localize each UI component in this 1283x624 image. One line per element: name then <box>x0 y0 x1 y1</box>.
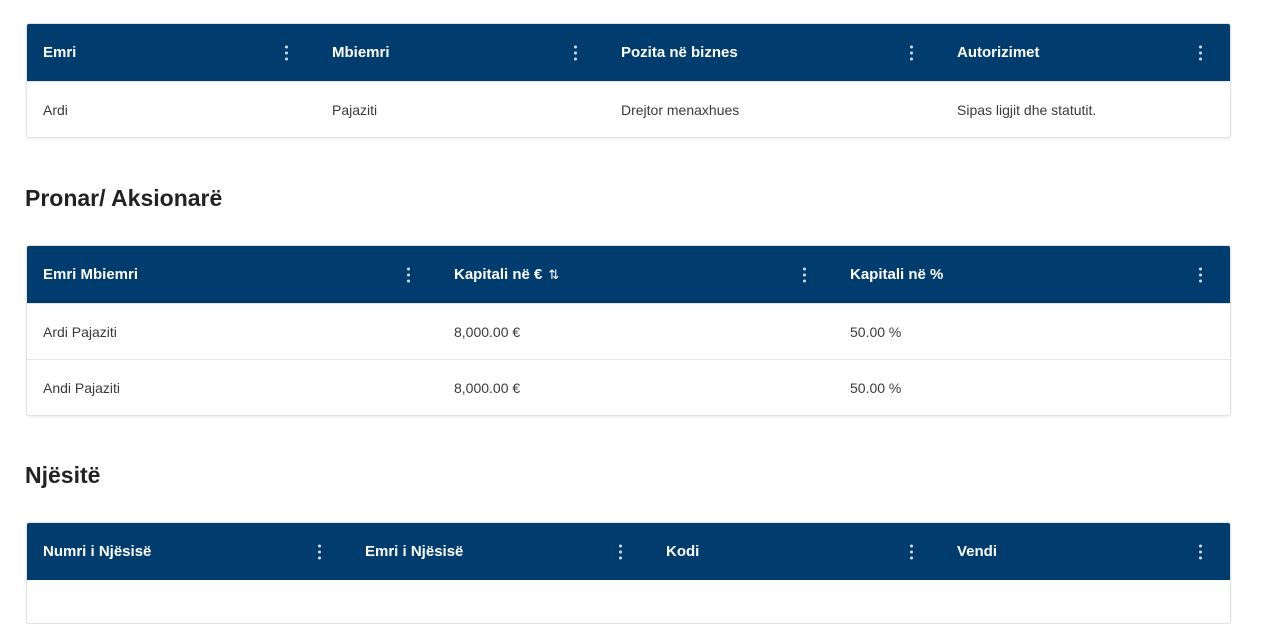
table-header: Emri Mbiemri Pozita në biznes Autorizime… <box>27 24 1230 81</box>
column-menu-icon[interactable] <box>284 45 288 60</box>
section-title-owners: Pronar/ Aksionarë <box>25 185 223 211</box>
column-header-pozita[interactable]: Pozita në biznes <box>605 24 941 81</box>
cell-kapitali-perqind: 50.00 % <box>850 323 902 340</box>
column-header-emri-njesise[interactable]: Emri i Njësisë <box>349 523 650 580</box>
cell-emri-mbiemri: Ardi Pajaziti <box>43 323 117 340</box>
owners-table: Emri Mbiemri Kapitali në € ⇅ Kapitali në… <box>26 245 1231 416</box>
table-header: Numri i Njësisë Emri i Njësisë Kodi Vend… <box>27 523 1230 580</box>
column-menu-icon[interactable] <box>618 544 622 559</box>
column-header-vendi[interactable]: Vendi <box>941 523 1230 580</box>
column-header-numri[interactable]: Numri i Njësisë <box>27 523 349 580</box>
column-menu-icon[interactable] <box>406 267 410 282</box>
column-menu-icon[interactable] <box>909 45 913 60</box>
cell-kapitali-perqind: 50.00 % <box>850 379 902 396</box>
column-header-emri[interactable]: Emri <box>27 24 316 81</box>
column-header-autorizimet[interactable]: Autorizimet <box>941 24 1230 81</box>
cell-emri-mbiemri: Andi Pajaziti <box>43 379 121 396</box>
sort-arrows-icon[interactable]: ⇅ <box>548 267 559 283</box>
cell-emri: Ardi <box>43 101 68 118</box>
column-header-kodi[interactable]: Kodi <box>650 523 941 580</box>
column-header-kapitali-euro[interactable]: Kapitali në € ⇅ <box>438 246 834 303</box>
column-header-kapitali-perqind[interactable]: Kapitali në % <box>834 246 1230 303</box>
column-menu-icon[interactable] <box>909 544 913 559</box>
table-row[interactable]: Ardi Pajaziti Drejtor menaxhues Sipas li… <box>27 81 1230 137</box>
column-header-emri-mbiemri[interactable]: Emri Mbiemri <box>27 246 438 303</box>
table-row[interactable]: Andi Pajaziti 8,000.00 € 50.00 % <box>27 359 1230 415</box>
column-menu-icon[interactable] <box>1198 544 1202 559</box>
column-menu-icon[interactable] <box>1198 45 1202 60</box>
column-menu-icon[interactable] <box>573 45 577 60</box>
table-row[interactable]: Ardi Pajaziti 8,000.00 € 50.00 % <box>27 303 1230 359</box>
cell-pozita: Drejtor menaxhues <box>621 101 740 118</box>
column-menu-icon[interactable] <box>1198 267 1202 282</box>
column-menu-icon[interactable] <box>317 544 321 559</box>
cell-autorizimet: Sipas ligjit dhe statutit. <box>957 101 1097 118</box>
units-table: Numri i Njësisë Emri i Njësisë Kodi Vend… <box>26 522 1231 624</box>
section-title-units: Njësitë <box>25 462 101 488</box>
cell-kapitali-euro: 8,000.00 € <box>454 379 521 396</box>
column-header-mbiemri[interactable]: Mbiemri <box>316 24 605 81</box>
management-table: Emri Mbiemri Pozita në biznes Autorizime… <box>26 23 1231 138</box>
table-header: Emri Mbiemri Kapitali në € ⇅ Kapitali në… <box>27 246 1230 303</box>
column-menu-icon[interactable] <box>802 267 806 282</box>
cell-mbiemri: Pajaziti <box>332 101 378 118</box>
cell-kapitali-euro: 8,000.00 € <box>454 323 521 340</box>
